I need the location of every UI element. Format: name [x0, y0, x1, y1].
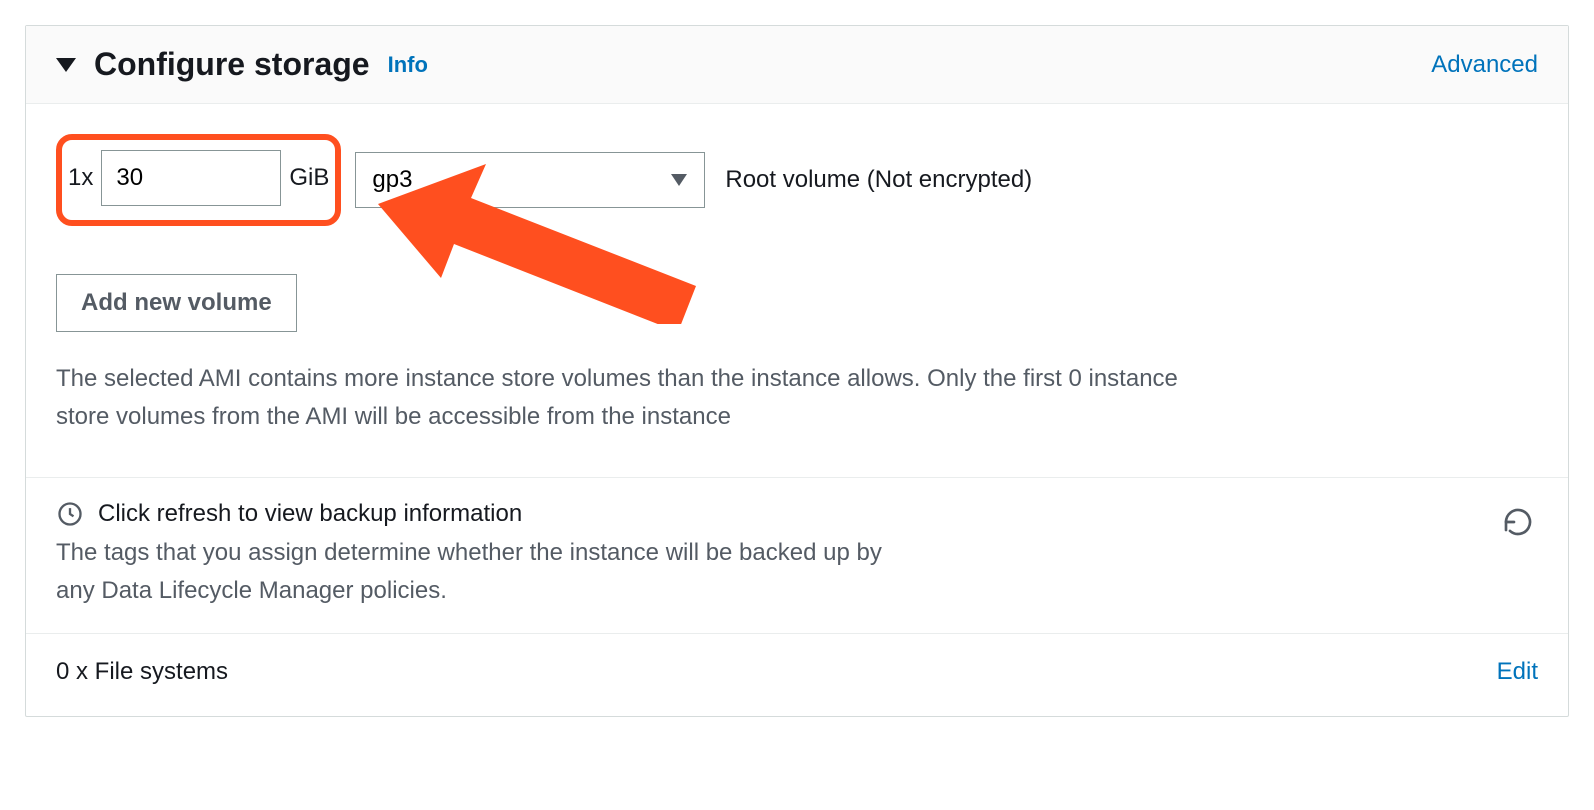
- backup-description: The tags that you assign determine wheth…: [56, 534, 916, 611]
- volume-type-select-wrap: gp3: [355, 152, 705, 208]
- backup-section: Click refresh to view backup information…: [26, 478, 1568, 633]
- panel-header: Configure storage Info Advanced: [26, 26, 1568, 104]
- refresh-button[interactable]: [1498, 502, 1538, 542]
- advanced-link[interactable]: Advanced: [1431, 51, 1538, 79]
- ami-note-text: The selected AMI contains more instance …: [56, 360, 1236, 467]
- volume-size-input[interactable]: [101, 150, 281, 206]
- unit-label: GiB: [289, 164, 329, 192]
- backup-title: Click refresh to view backup information: [98, 500, 522, 528]
- quantity-label: 1x: [68, 164, 93, 192]
- root-volume-row: 1x GiB gp3 Root volume (Not encrypted): [56, 134, 1538, 226]
- volume-description: Root volume (Not encrypted): [725, 166, 1032, 194]
- volume-type-select[interactable]: gp3: [355, 152, 705, 208]
- panel-title: Configure storage: [94, 46, 370, 83]
- panel-body: 1x GiB gp3 Root volume (Not encrypted) A…: [26, 104, 1568, 477]
- refresh-icon: [1502, 506, 1534, 538]
- clock-icon: [56, 500, 84, 528]
- collapse-caret-icon[interactable]: [56, 58, 76, 72]
- size-highlight-annotation: 1x GiB: [56, 134, 341, 226]
- add-new-volume-button[interactable]: Add new volume: [56, 274, 297, 332]
- file-systems-label: 0 x File systems: [56, 658, 1497, 686]
- info-link[interactable]: Info: [388, 52, 428, 78]
- configure-storage-panel: Configure storage Info Advanced 1x GiB g…: [25, 25, 1569, 717]
- file-systems-section: 0 x File systems Edit: [26, 634, 1568, 716]
- edit-file-systems-link[interactable]: Edit: [1497, 658, 1538, 686]
